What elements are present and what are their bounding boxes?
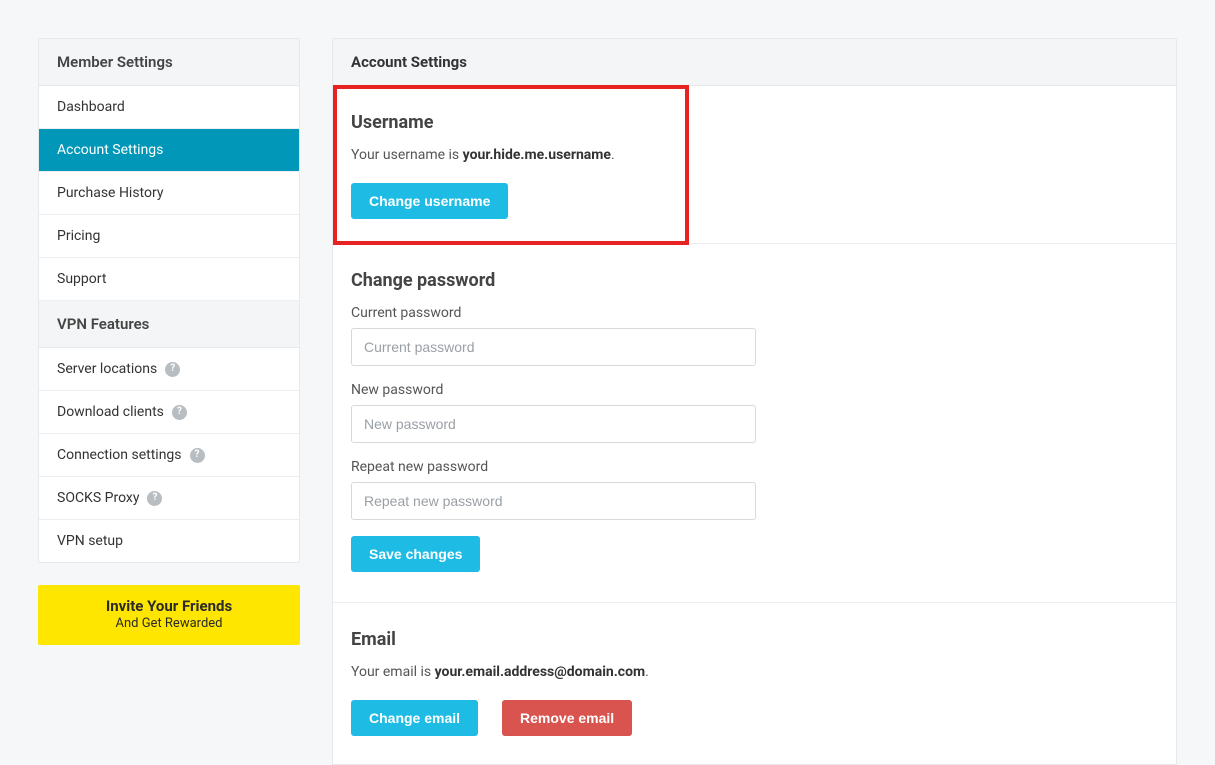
email-text: Your email is your.email.address@domain.… [351, 664, 1158, 680]
help-icon[interactable]: ? [165, 362, 180, 377]
page-title: Account Settings [333, 39, 1176, 86]
sidebar-header-vpn: VPN Features [39, 301, 299, 348]
sidebar-item-label: Connection settings [57, 447, 182, 463]
sidebar-item-label: SOCKS Proxy [57, 490, 139, 506]
sidebar-item-connection-settings[interactable]: Connection settings ? [39, 434, 299, 477]
email-section: Email Your email is your.email.address@d… [333, 603, 1176, 764]
sidebar-item-download-clients[interactable]: Download clients ? [39, 391, 299, 434]
sidebar-item-label: Server locations [57, 361, 157, 377]
password-heading: Change password [351, 270, 1158, 291]
username-heading: Username [351, 112, 1158, 133]
new-password-input[interactable] [351, 405, 756, 443]
password-section: Change password Current password New pas… [333, 244, 1176, 603]
invite-subtitle: And Get Rewarded [48, 616, 290, 631]
username-value: your.hide.me.username [463, 147, 611, 163]
sidebar: Member Settings Dashboard Account Settin… [38, 38, 300, 765]
sidebar-panel: Member Settings Dashboard Account Settin… [38, 38, 300, 563]
email-value: your.email.address@domain.com [435, 664, 646, 680]
username-suffix: . [611, 147, 615, 163]
sidebar-item-purchase-history[interactable]: Purchase History [39, 172, 299, 215]
help-icon[interactable]: ? [190, 448, 205, 463]
new-password-label: New password [351, 382, 1158, 398]
current-password-input[interactable] [351, 328, 756, 366]
sidebar-item-label: Purchase History [57, 185, 163, 201]
sidebar-item-label: Pricing [57, 228, 100, 244]
sidebar-item-dashboard[interactable]: Dashboard [39, 86, 299, 129]
sidebar-item-pricing[interactable]: Pricing [39, 215, 299, 258]
main-content: Account Settings Username Your username … [332, 38, 1177, 765]
invite-title: Invite Your Friends [48, 597, 290, 615]
sidebar-item-label: Support [57, 271, 106, 287]
sidebar-item-label: Dashboard [57, 99, 125, 115]
sidebar-item-support[interactable]: Support [39, 258, 299, 301]
help-icon[interactable]: ? [147, 491, 162, 506]
current-password-label: Current password [351, 305, 1158, 321]
sidebar-item-server-locations[interactable]: Server locations ? [39, 348, 299, 391]
sidebar-item-label: Download clients [57, 404, 164, 420]
email-heading: Email [351, 629, 1158, 650]
remove-email-button[interactable]: Remove email [502, 700, 632, 736]
change-email-button[interactable]: Change email [351, 700, 478, 736]
username-section: Username Your username is your.hide.me.u… [333, 86, 1176, 244]
save-password-button[interactable]: Save changes [351, 536, 480, 572]
repeat-password-label: Repeat new password [351, 459, 1158, 475]
sidebar-item-label: Account Settings [57, 142, 163, 158]
change-username-button[interactable]: Change username [351, 183, 508, 219]
email-suffix: . [645, 664, 649, 680]
sidebar-item-account-settings[interactable]: Account Settings [39, 129, 299, 172]
sidebar-item-label: VPN setup [57, 533, 123, 549]
help-icon[interactable]: ? [172, 405, 187, 420]
sidebar-item-socks-proxy[interactable]: SOCKS Proxy ? [39, 477, 299, 520]
email-prefix: Your email is [351, 664, 435, 680]
sidebar-header-member: Member Settings [39, 39, 299, 86]
username-prefix: Your username is [351, 147, 463, 163]
invite-friends-box[interactable]: Invite Your Friends And Get Rewarded [38, 585, 300, 645]
sidebar-item-vpn-setup[interactable]: VPN setup [39, 520, 299, 562]
username-text: Your username is your.hide.me.username. [351, 147, 1158, 163]
repeat-password-input[interactable] [351, 482, 756, 520]
